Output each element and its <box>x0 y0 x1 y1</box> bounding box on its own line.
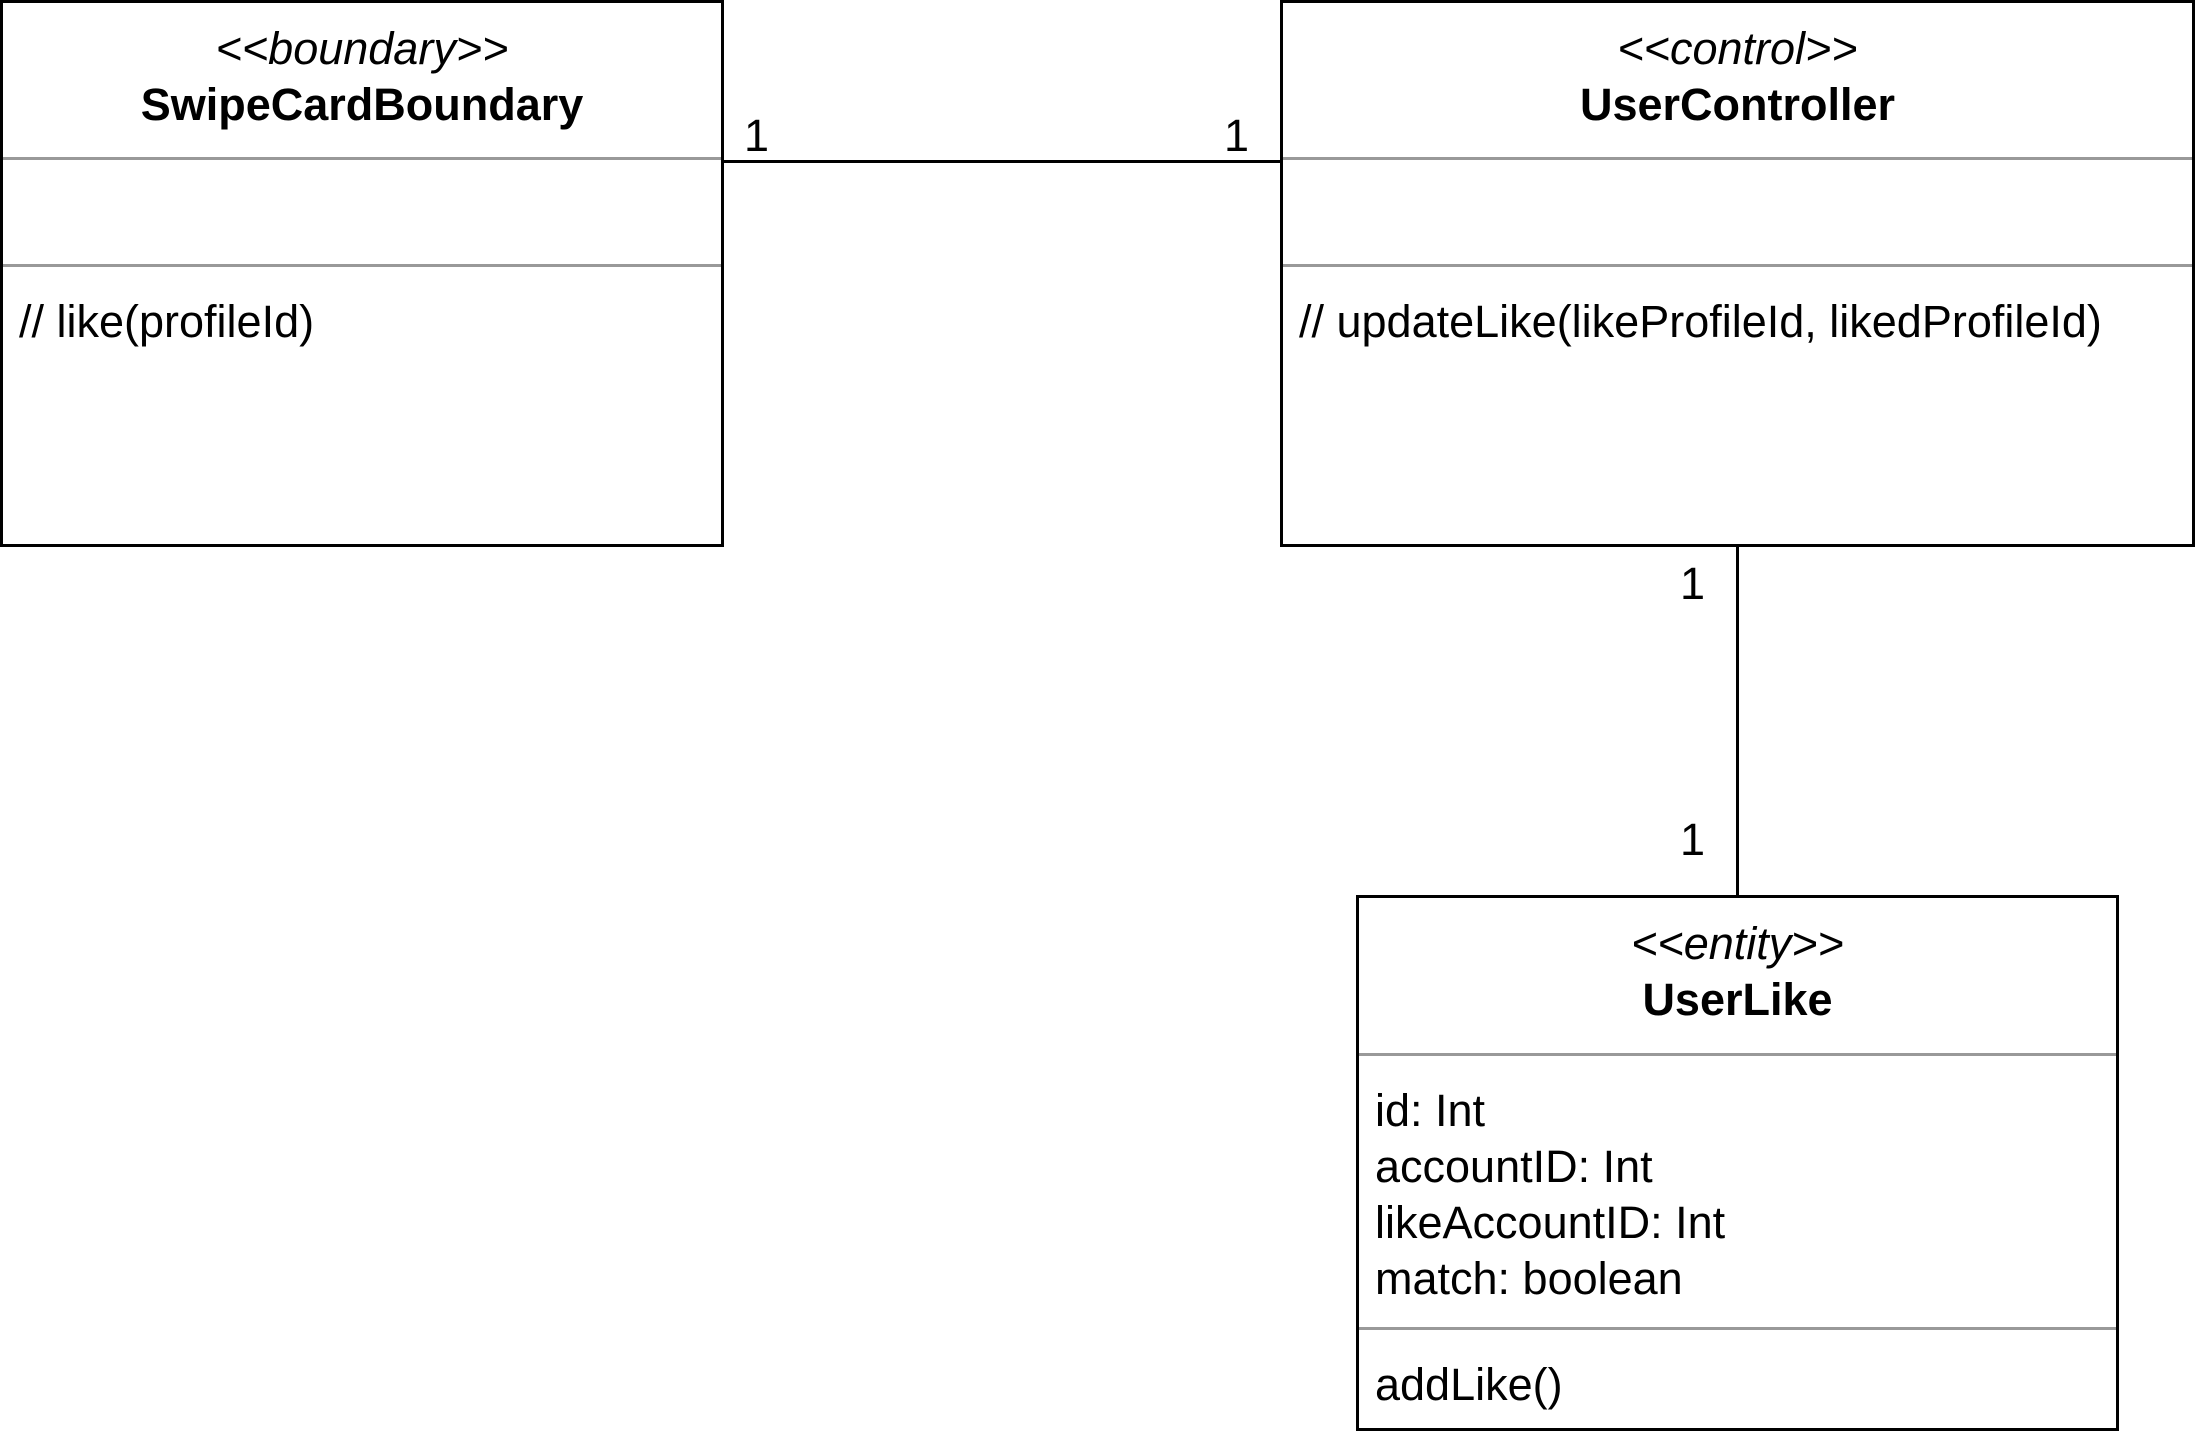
operation-item: // like(profileId) <box>19 296 315 347</box>
attributes-list: id: Int accountID: Int likeAccountID: In… <box>1375 1083 2108 1307</box>
attributes-divider <box>3 157 721 160</box>
operations-divider <box>1283 264 2192 267</box>
class-user-controller[interactable]: <<control>> UserController // updateLike… <box>1280 0 2195 547</box>
attribute-item: likeAccountID: Int <box>1375 1197 1726 1248</box>
operations-divider <box>3 264 721 267</box>
attributes-divider <box>1359 1053 2116 1056</box>
class-name: SwipeCardBoundary <box>140 79 584 130</box>
stereotype-label: <<boundary>> <box>215 23 509 74</box>
stereotype-label: <<entity>> <box>1631 918 1844 969</box>
class-name: UserLike <box>1642 974 1833 1025</box>
attributes-divider <box>1283 157 2192 160</box>
class-user-like[interactable]: <<entity>> UserLike id: Int accountID: I… <box>1356 895 2119 1431</box>
class-header: <<entity>> UserLike <box>1359 898 2116 1028</box>
stereotype-label: <<control>> <box>1617 23 1858 74</box>
class-name: UserController <box>1579 79 1896 130</box>
operations-list: // like(profileId) <box>19 294 713 350</box>
attribute-item: id: Int <box>1375 1085 1486 1136</box>
attribute-item: match: boolean <box>1375 1253 1683 1304</box>
operation-item: addLike() <box>1375 1359 1563 1410</box>
multiplicity-controller-end: 1 <box>1224 110 1250 161</box>
attribute-item: accountID: Int <box>1375 1141 1653 1192</box>
class-header: <<control>> UserController <box>1283 3 2192 133</box>
operations-list: // updateLike(likeProfileId, likedProfil… <box>1299 294 2184 350</box>
association-line-boundary-controller <box>722 160 1282 163</box>
class-swipe-card-boundary[interactable]: <<boundary>> SwipeCardBoundary // like(p… <box>0 0 724 547</box>
multiplicity-boundary-end: 1 <box>744 110 770 161</box>
operations-list: addLike() <box>1375 1357 2108 1413</box>
association-line-controller-entity <box>1736 545 1739 898</box>
class-header: <<boundary>> SwipeCardBoundary <box>3 3 721 133</box>
operation-item: // updateLike(likeProfileId, likedProfil… <box>1299 296 2102 347</box>
operations-divider <box>1359 1327 2116 1330</box>
multiplicity-controller-bottom: 1 <box>1680 558 1706 609</box>
multiplicity-entity-top: 1 <box>1680 814 1706 865</box>
